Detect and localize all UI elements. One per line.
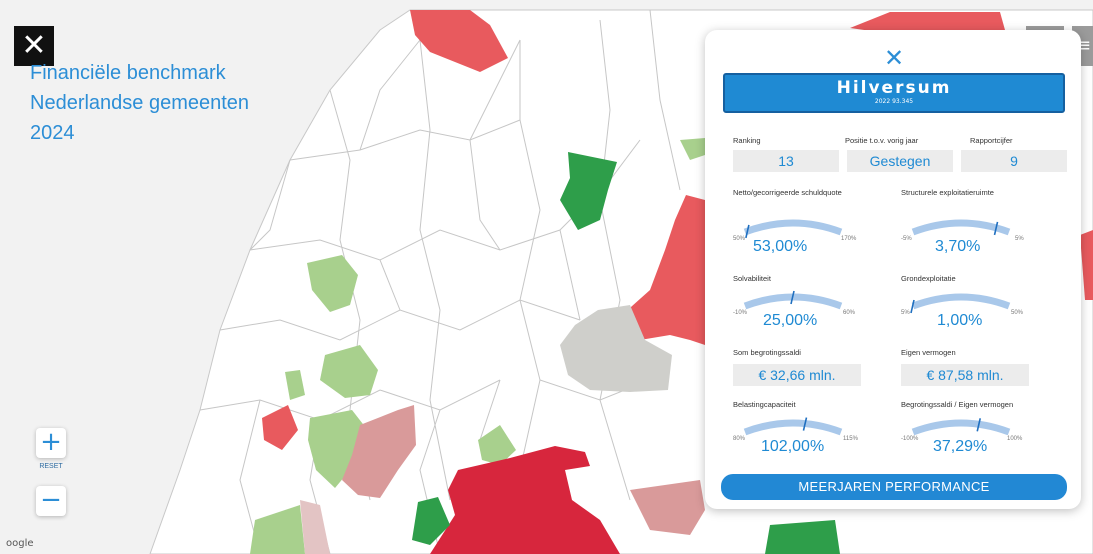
rating-label: Rapportcijfer [970,136,1013,145]
rating-value: 9 [961,150,1067,172]
city-header: Hilversum 2022 93.345 [723,73,1065,113]
reset-button[interactable]: RESET [33,463,69,470]
gauge-max: 115% [843,436,858,442]
eigen-vermogen-label: Eigen vermogen [901,348,956,357]
gauge-min: 50% [733,236,746,242]
zoom-out-button[interactable]: − [36,486,66,516]
gauge-min: -10% [733,310,748,316]
gauge-label-schuldquote: Netto/gecorrigeerde schuldquote [733,188,842,197]
gauge-max: 100% [1007,436,1023,442]
municipality-info-panel: ✕ Hilversum 2022 93.345 Ranking Positie … [705,30,1081,509]
gauge-max: 5% [1015,236,1024,242]
gauge-value-exploitatieruimte: 3,70% [935,238,981,255]
gauge-value-solvabiliteit: 25,00% [763,312,818,329]
panel-close-icon[interactable]: ✕ [883,46,905,70]
gauge-value-belastingcapaciteit: 102,00% [761,438,825,455]
gauge-band [911,419,1011,436]
gauge-min: -100% [901,436,919,442]
gauge-max: 50% [1011,310,1024,316]
gauge-value-schuldquote: 53,00% [753,238,808,255]
gauge-value-begrotingssaldi-eigen-vermogen: 37,29% [933,438,988,455]
gauge-label-exploitatieruimte: Structurele exploitatieruimte [901,188,994,197]
gauge-band [911,219,1011,236]
gauge-label-grondexploitatie: Grondexploitatie [901,274,956,283]
zoom-in-button[interactable]: + [36,428,66,458]
ranking-label: Ranking [733,136,761,145]
position-value: Gestegen [847,150,953,172]
ranking-value: 13 [733,150,839,172]
gauge-max: 170% [841,236,857,242]
gauge-min: 80% [733,436,746,442]
page-title: Financiële benchmark Nederlandse gemeent… [30,58,249,148]
gauge-label-belastingcapaciteit: Belastingcapaciteit [733,400,796,409]
title-line-1: Financiële benchmark [30,62,226,84]
gauge-max: 60% [843,310,856,316]
gauge-label-solvabiliteit: Solvabiliteit [733,274,771,283]
city-name: Hilversum [836,78,952,98]
som-begrotingssaldi-value: € 32,66 mln. [733,364,861,386]
map-attribution: oogle [6,538,34,549]
position-label: Positie t.o.v. vorig jaar [845,136,919,145]
gauge-label-begrotingssaldi-eigen-vermogen: Begrotingssaldi / Eigen vermogen [901,400,1014,409]
eigen-vermogen-value: € 87,58 mln. [901,364,1029,386]
gauge-band [743,219,843,236]
gauge-min: 5% [901,310,910,316]
som-begrotingssaldi-label: Som begrotingssaldi [733,348,801,357]
region-dark-green[interactable] [765,520,840,554]
city-meta: 2022 93.345 [874,98,914,105]
gauge-band [743,419,843,436]
gauge-min: -5% [901,236,912,242]
gauge-value-grondexploitatie: 1,00% [937,312,983,329]
gauge-band [911,293,1011,310]
title-line-2: Nederlandse gemeenten [30,92,250,114]
title-line-3: 2024 [30,122,75,144]
meerjaren-performance-button[interactable]: MEERJAREN PERFORMANCE [721,474,1067,500]
